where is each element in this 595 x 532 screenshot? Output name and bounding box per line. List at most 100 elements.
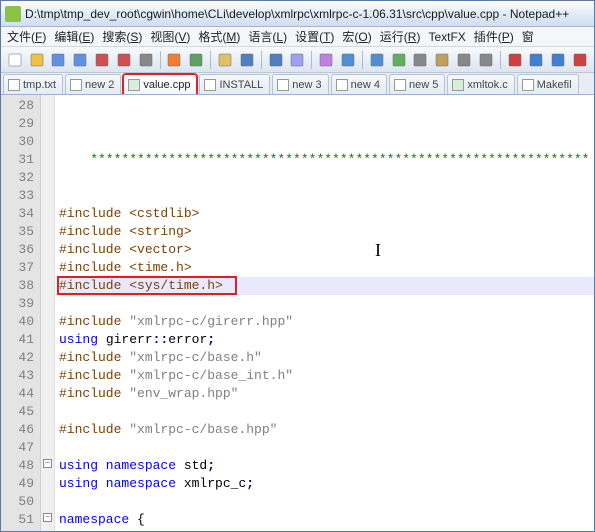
menu-格式[interactable]: 格式(M) (194, 27, 244, 46)
tab-new 2[interactable]: new 2 (65, 74, 121, 94)
copy-button[interactable] (186, 50, 206, 70)
line-number: 30 (3, 133, 34, 151)
code-line[interactable]: #include "xmlrpc-c/base.h" (59, 349, 594, 367)
code-line[interactable]: #include "env_wrap.hpp" (59, 385, 594, 403)
paste-button[interactable] (215, 50, 235, 70)
print-button[interactable] (136, 50, 156, 70)
code-line[interactable] (59, 493, 594, 511)
fold-cell[interactable] (41, 383, 54, 401)
closeall-button[interactable] (114, 50, 134, 70)
fold-cell[interactable] (41, 185, 54, 203)
code-line[interactable]: using namespace xmlrpc_c; (59, 475, 594, 493)
replace-button[interactable] (316, 50, 336, 70)
fold-button[interactable] (454, 50, 474, 70)
save-button[interactable] (49, 50, 69, 70)
code-line[interactable]: using namespace std; (59, 457, 594, 475)
tab-INSTALL[interactable]: INSTALL (199, 74, 270, 94)
code-line[interactable]: #include <sys/time.h> (59, 277, 594, 295)
fold-cell[interactable] (41, 203, 54, 221)
fold-cell[interactable] (41, 275, 54, 293)
fold-cell[interactable]: − (41, 509, 54, 527)
zoomin-button[interactable] (338, 50, 358, 70)
window-title: D:\tmp\tmp_dev_root\cgwin\home\CLi\devel… (25, 7, 590, 21)
undo-button[interactable] (237, 50, 257, 70)
fold-cell[interactable] (41, 347, 54, 365)
fold-cell[interactable] (41, 419, 54, 437)
tab-xmltok.c[interactable]: xmltok.c (447, 74, 514, 94)
line-number: 44 (3, 385, 34, 403)
code-line[interactable]: #include <time.h> (59, 259, 594, 277)
code-line[interactable]: #include "xmlrpc-c/base_int.h" (59, 367, 594, 385)
file-icon (336, 79, 348, 91)
new-button[interactable] (5, 50, 25, 70)
menu-宏[interactable]: 宏(O) (338, 27, 375, 46)
fold-cell[interactable] (41, 329, 54, 347)
menu-窗[interactable]: 窗 (518, 27, 538, 46)
tab-new 4[interactable]: new 4 (331, 74, 387, 94)
fold-cell[interactable] (41, 149, 54, 167)
open-button[interactable] (27, 50, 47, 70)
zoomout-button[interactable] (367, 50, 387, 70)
close-button[interactable] (92, 50, 112, 70)
line-number: 33 (3, 187, 34, 205)
menu-运行[interactable]: 运行(R) (376, 27, 425, 46)
menu-插件[interactable]: 插件(P) (470, 27, 518, 46)
code-area[interactable]: I **************************************… (55, 95, 594, 531)
fold-cell[interactable]: − (41, 455, 54, 473)
wrap-button[interactable] (389, 50, 409, 70)
playrec-button[interactable] (570, 50, 590, 70)
code-line[interactable]: #include <string> (59, 223, 594, 241)
menu-设置[interactable]: 设置(T) (291, 27, 338, 46)
indent-button[interactable] (432, 50, 452, 70)
fold-cell[interactable] (41, 257, 54, 275)
menu-视图[interactable]: 视图(V) (146, 27, 194, 46)
fold-cell[interactable] (41, 239, 54, 257)
code-line[interactable]: #include <cstdlib> (59, 205, 594, 223)
menu-搜索[interactable]: 搜索(S) (98, 27, 146, 46)
fold-cell[interactable] (41, 491, 54, 509)
code-line[interactable]: #include <vector> (59, 241, 594, 259)
showall-button[interactable] (410, 50, 430, 70)
fold-cell[interactable] (41, 365, 54, 383)
tab-new 5[interactable]: new 5 (389, 74, 445, 94)
saveall-button[interactable] (70, 50, 90, 70)
fold-cell[interactable] (41, 167, 54, 185)
code-line[interactable]: ****************************************… (59, 151, 594, 169)
unfold-button[interactable] (476, 50, 496, 70)
find-button[interactable] (288, 50, 308, 70)
code-line[interactable]: namespace { (59, 511, 594, 529)
code-line[interactable] (59, 439, 594, 457)
tab-new 3[interactable]: new 3 (272, 74, 328, 94)
redo-button[interactable] (266, 50, 286, 70)
code-line[interactable]: #include "xmlrpc-c/girerr.hpp" (59, 313, 594, 331)
fold-cell[interactable] (41, 401, 54, 419)
menu-TextFX[interactable]: TextFX (424, 29, 469, 45)
fold-cell[interactable] (41, 95, 54, 113)
fold-cell[interactable] (41, 293, 54, 311)
play-button[interactable] (526, 50, 546, 70)
editor: 2829303132333435363738394041424344454647… (1, 95, 594, 531)
tab-tmp.txt[interactable]: tmp.txt (3, 74, 63, 94)
menu-语言[interactable]: 语言(L) (244, 27, 291, 46)
fold-cell[interactable] (41, 437, 54, 455)
fold-cell[interactable] (41, 113, 54, 131)
code-line[interactable] (59, 403, 594, 421)
code-line[interactable] (59, 187, 594, 205)
fold-cell[interactable] (41, 221, 54, 239)
cut-button[interactable] (165, 50, 185, 70)
fold-cell[interactable] (41, 131, 54, 149)
fold-cell[interactable] (41, 473, 54, 491)
code-line[interactable]: using girerr::error; (59, 331, 594, 349)
stop-button[interactable] (548, 50, 568, 70)
code-line[interactable] (59, 529, 594, 531)
line-number: 46 (3, 421, 34, 439)
code-line[interactable] (59, 169, 594, 187)
tab-Makefil[interactable]: Makefil (517, 74, 579, 94)
tab-value.cpp[interactable]: value.cpp (123, 74, 197, 94)
rec-button[interactable] (505, 50, 525, 70)
menu-文件[interactable]: 文件(F) (3, 27, 50, 46)
fold-cell[interactable] (41, 311, 54, 329)
menu-编辑[interactable]: 编辑(E) (50, 27, 98, 46)
code-line[interactable] (59, 295, 594, 313)
code-line[interactable]: #include "xmlrpc-c/base.hpp" (59, 421, 594, 439)
